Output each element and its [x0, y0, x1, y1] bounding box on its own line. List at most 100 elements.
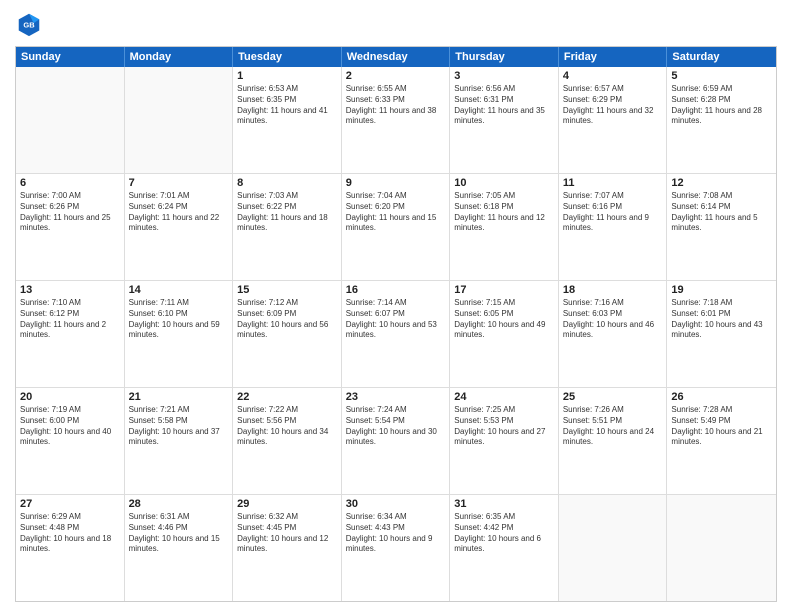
calendar-cell: 29 Sunrise: 6:32 AM Sunset: 4:45 PM Dayli… — [233, 495, 342, 601]
day-number: 23 — [346, 391, 446, 403]
day-number: 22 — [237, 391, 337, 403]
calendar-cell: 10 Sunrise: 7:05 AM Sunset: 6:18 PM Dayli… — [450, 174, 559, 280]
cell-info: Sunrise: 7:18 AM Sunset: 6:01 PM Dayligh… — [671, 298, 772, 341]
calendar-row-5: 27Sunrise: 6:29 AM Sunset: 4:48 PM Dayli… — [16, 495, 776, 601]
calendar-cell: 17 Sunrise: 7:15 AM Sunset: 6:05 PM Dayli… — [450, 281, 559, 387]
cell-info: Sunrise: 6:53 AM Sunset: 6:35 PM Dayligh… — [237, 84, 337, 127]
day-number: 4 — [563, 70, 663, 82]
day-number: 8 — [237, 177, 337, 189]
calendar-cell: 3Sunrise: 6:56 AM Sunset: 6:31 PM Daylig… — [450, 67, 559, 173]
calendar-cell: 19 Sunrise: 7:18 AM Sunset: 6:01 PM Dayli… — [667, 281, 776, 387]
cell-info: Sunrise: 7:04 AM Sunset: 6:20 PM Dayligh… — [346, 191, 446, 234]
cell-info: Sunrise: 6:56 AM Sunset: 6:31 PM Dayligh… — [454, 84, 554, 127]
cell-info: Sunrise: 7:19 AM Sunset: 6:00 PM Dayligh… — [20, 405, 120, 448]
cell-info: Sunrise: 6:31 AM Sunset: 4:46 PM Dayligh… — [129, 512, 229, 555]
day-number: 1 — [237, 70, 337, 82]
calendar-cell: 18 Sunrise: 7:16 AM Sunset: 6:03 PM Dayli… — [559, 281, 668, 387]
calendar-cell: 16 Sunrise: 7:14 AM Sunset: 6:07 PM Dayli… — [342, 281, 451, 387]
weekday-header-friday: Friday — [559, 47, 668, 67]
weekday-header-wednesday: Wednesday — [342, 47, 451, 67]
logo: GB — [15, 10, 47, 38]
calendar-row-2: 6 Sunrise: 7:00 AM Sunset: 6:26 PM Daylig… — [16, 174, 776, 281]
calendar-header: SundayMondayTuesdayWednesdayThursdayFrid… — [16, 47, 776, 67]
page-header: GB — [15, 10, 777, 38]
day-number: 6 — [20, 177, 120, 189]
calendar-cell: 8 Sunrise: 7:03 AM Sunset: 6:22 PM Daylig… — [233, 174, 342, 280]
calendar: SundayMondayTuesdayWednesdayThursdayFrid… — [15, 46, 777, 602]
day-number: 25 — [563, 391, 663, 403]
cell-info: Sunrise: 6:29 AM Sunset: 4:48 PM Dayligh… — [20, 512, 120, 555]
calendar-cell — [559, 495, 668, 601]
calendar-row-4: 20 Sunrise: 7:19 AM Sunset: 6:00 PM Dayli… — [16, 388, 776, 495]
cell-info: Sunrise: 7:03 AM Sunset: 6:22 PM Dayligh… — [237, 191, 337, 234]
cell-info: Sunrise: 7:16 AM Sunset: 6:03 PM Dayligh… — [563, 298, 663, 341]
cell-info: Sunrise: 7:25 AM Sunset: 5:53 PM Dayligh… — [454, 405, 554, 448]
cell-info: Sunrise: 7:10 AM Sunset: 6:12 PM Dayligh… — [20, 298, 120, 341]
weekday-header-tuesday: Tuesday — [233, 47, 342, 67]
calendar-cell: 15 Sunrise: 7:12 AM Sunset: 6:09 PM Dayli… — [233, 281, 342, 387]
calendar-cell: 9 Sunrise: 7:04 AM Sunset: 6:20 PM Daylig… — [342, 174, 451, 280]
day-number: 5 — [671, 70, 772, 82]
day-number: 10 — [454, 177, 554, 189]
calendar-cell: 31 Sunrise: 6:35 AM Sunset: 4:42 PM Dayli… — [450, 495, 559, 601]
cell-info: Sunrise: 6:55 AM Sunset: 6:33 PM Dayligh… — [346, 84, 446, 127]
calendar-cell: 5 Sunrise: 6:59 AM Sunset: 6:28 PM Daylig… — [667, 67, 776, 173]
cell-info: Sunrise: 6:32 AM Sunset: 4:45 PM Dayligh… — [237, 512, 337, 555]
cell-info: Sunrise: 7:24 AM Sunset: 5:54 PM Dayligh… — [346, 405, 446, 448]
day-number: 15 — [237, 284, 337, 296]
day-number: 17 — [454, 284, 554, 296]
weekday-header-monday: Monday — [125, 47, 234, 67]
calendar-cell: 1 Sunrise: 6:53 AM Sunset: 6:35 PM Daylig… — [233, 67, 342, 173]
cell-info: Sunrise: 7:12 AM Sunset: 6:09 PM Dayligh… — [237, 298, 337, 341]
calendar-cell: 12 Sunrise: 7:08 AM Sunset: 6:14 PM Dayli… — [667, 174, 776, 280]
cell-info: Sunrise: 7:01 AM Sunset: 6:24 PM Dayligh… — [129, 191, 229, 234]
cell-info: Sunrise: 7:28 AM Sunset: 5:49 PM Dayligh… — [671, 405, 772, 448]
day-number: 7 — [129, 177, 229, 189]
day-number: 28 — [129, 498, 229, 510]
calendar-cell — [667, 495, 776, 601]
weekday-header-sunday: Sunday — [16, 47, 125, 67]
cell-info: Sunrise: 7:26 AM Sunset: 5:51 PM Dayligh… — [563, 405, 663, 448]
day-number: 9 — [346, 177, 446, 189]
calendar-cell — [125, 67, 234, 173]
cell-info: Sunrise: 7:05 AM Sunset: 6:18 PM Dayligh… — [454, 191, 554, 234]
day-number: 2 — [346, 70, 446, 82]
logo-icon: GB — [15, 10, 43, 38]
calendar-cell: 6 Sunrise: 7:00 AM Sunset: 6:26 PM Daylig… — [16, 174, 125, 280]
day-number: 31 — [454, 498, 554, 510]
day-number: 19 — [671, 284, 772, 296]
calendar-cell: 13 Sunrise: 7:10 AM Sunset: 6:12 PM Dayli… — [16, 281, 125, 387]
day-number: 18 — [563, 284, 663, 296]
cell-info: Sunrise: 7:14 AM Sunset: 6:07 PM Dayligh… — [346, 298, 446, 341]
calendar-cell: 21Sunrise: 7:21 AM Sunset: 5:58 PM Dayli… — [125, 388, 234, 494]
day-number: 29 — [237, 498, 337, 510]
weekday-header-thursday: Thursday — [450, 47, 559, 67]
cell-info: Sunrise: 6:57 AM Sunset: 6:29 PM Dayligh… — [563, 84, 663, 127]
cell-info: Sunrise: 6:35 AM Sunset: 4:42 PM Dayligh… — [454, 512, 554, 555]
calendar-cell: 23 Sunrise: 7:24 AM Sunset: 5:54 PM Dayli… — [342, 388, 451, 494]
cell-info: Sunrise: 7:22 AM Sunset: 5:56 PM Dayligh… — [237, 405, 337, 448]
calendar-cell: 2 Sunrise: 6:55 AM Sunset: 6:33 PM Daylig… — [342, 67, 451, 173]
calendar-cell: 14Sunrise: 7:11 AM Sunset: 6:10 PM Dayli… — [125, 281, 234, 387]
day-number: 24 — [454, 391, 554, 403]
calendar-cell: 7 Sunrise: 7:01 AM Sunset: 6:24 PM Daylig… — [125, 174, 234, 280]
day-number: 11 — [563, 177, 663, 189]
day-number: 13 — [20, 284, 120, 296]
day-number: 12 — [671, 177, 772, 189]
calendar-cell: 24 Sunrise: 7:25 AM Sunset: 5:53 PM Dayli… — [450, 388, 559, 494]
day-number: 20 — [20, 391, 120, 403]
calendar-row-3: 13 Sunrise: 7:10 AM Sunset: 6:12 PM Dayli… — [16, 281, 776, 388]
calendar-cell: 4 Sunrise: 6:57 AM Sunset: 6:29 PM Daylig… — [559, 67, 668, 173]
cell-info: Sunrise: 6:59 AM Sunset: 6:28 PM Dayligh… — [671, 84, 772, 127]
calendar-cell: 30Sunrise: 6:34 AM Sunset: 4:43 PM Dayli… — [342, 495, 451, 601]
cell-info: Sunrise: 7:00 AM Sunset: 6:26 PM Dayligh… — [20, 191, 120, 234]
calendar-cell: 11Sunrise: 7:07 AM Sunset: 6:16 PM Dayli… — [559, 174, 668, 280]
cell-info: Sunrise: 7:15 AM Sunset: 6:05 PM Dayligh… — [454, 298, 554, 341]
svg-text:GB: GB — [23, 21, 35, 30]
day-number: 16 — [346, 284, 446, 296]
cell-info: Sunrise: 7:11 AM Sunset: 6:10 PM Dayligh… — [129, 298, 229, 341]
cell-info: Sunrise: 7:08 AM Sunset: 6:14 PM Dayligh… — [671, 191, 772, 234]
cell-info: Sunrise: 6:34 AM Sunset: 4:43 PM Dayligh… — [346, 512, 446, 555]
calendar-row-1: 1 Sunrise: 6:53 AM Sunset: 6:35 PM Daylig… — [16, 67, 776, 174]
calendar-cell: 28 Sunrise: 6:31 AM Sunset: 4:46 PM Dayli… — [125, 495, 234, 601]
